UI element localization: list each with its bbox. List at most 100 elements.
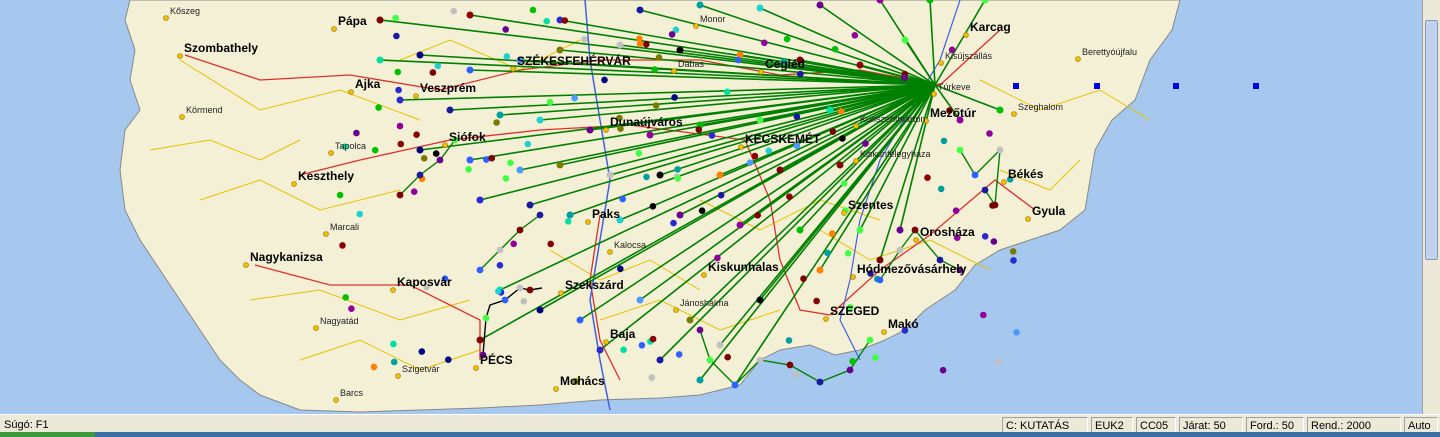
stop-marker[interactable] (353, 129, 360, 137)
stop-marker[interactable] (708, 132, 716, 139)
stop-marker[interactable] (556, 46, 564, 54)
stop-marker[interactable] (496, 262, 504, 269)
stop-marker[interactable] (416, 171, 424, 179)
stop-marker[interactable] (339, 242, 346, 249)
stop-marker[interactable] (371, 146, 379, 154)
stop-marker[interactable] (636, 296, 644, 304)
stop-marker[interactable] (616, 41, 624, 49)
stop-marker[interactable] (846, 366, 854, 374)
stop-marker[interactable] (839, 135, 846, 142)
stop-marker[interactable] (434, 62, 442, 70)
stop-marker[interactable] (436, 156, 444, 164)
stop-marker[interactable] (716, 341, 724, 349)
stop-marker[interactable] (571, 94, 578, 102)
stop-marker[interactable] (797, 70, 804, 78)
stop-marker[interactable] (418, 348, 426, 355)
stop-marker[interactable] (516, 226, 524, 234)
stop-marker[interactable] (676, 211, 684, 219)
stop-marker[interactable] (676, 46, 684, 54)
stop-marker[interactable] (800, 275, 807, 283)
stop-marker[interactable] (939, 366, 947, 374)
depot-marker[interactable] (1173, 83, 1179, 89)
stop-marker[interactable] (501, 296, 509, 304)
stop-marker[interactable] (510, 240, 517, 248)
stop-marker[interactable] (783, 35, 791, 43)
stop-marker[interactable] (990, 238, 998, 245)
stop-marker[interactable] (476, 266, 484, 274)
stop-marker[interactable] (986, 130, 993, 137)
stop-marker[interactable] (674, 175, 682, 182)
stop-marker[interactable] (996, 106, 1004, 114)
stop-marker[interactable] (561, 17, 569, 24)
stop-marker[interactable] (872, 354, 879, 361)
stop-marker[interactable] (356, 210, 364, 218)
stop-marker[interactable] (416, 51, 424, 59)
depot-marker[interactable] (1094, 83, 1100, 89)
stop-marker[interactable] (395, 86, 402, 94)
stop-marker[interactable] (756, 4, 764, 12)
stop-marker[interactable] (390, 358, 398, 366)
stop-marker[interactable] (754, 212, 761, 219)
stop-marker[interactable] (429, 69, 437, 76)
stop-marker[interactable] (971, 171, 979, 179)
stop-marker[interactable] (696, 376, 704, 384)
vertical-scrollbar[interactable] (1422, 0, 1440, 414)
stop-marker[interactable] (342, 294, 350, 301)
stop-marker[interactable] (896, 226, 904, 234)
stop-marker[interactable] (785, 337, 793, 344)
stop-marker[interactable] (516, 284, 524, 292)
stop-marker[interactable] (836, 161, 844, 169)
stop-marker[interactable] (446, 106, 454, 114)
stop-marker[interactable] (606, 171, 614, 179)
stop-marker[interactable] (751, 152, 759, 160)
stop-marker[interactable] (838, 108, 845, 115)
stop-marker[interactable] (816, 266, 824, 274)
stop-marker[interactable] (862, 140, 869, 147)
stop-marker[interactable] (396, 96, 404, 104)
stop-marker[interactable] (410, 188, 418, 195)
stop-marker[interactable] (831, 45, 839, 53)
stop-marker[interactable] (476, 196, 484, 204)
stop-marker[interactable] (851, 32, 859, 39)
stop-marker[interactable] (829, 230, 836, 237)
stop-marker[interactable] (396, 122, 404, 130)
stop-marker[interactable] (635, 150, 643, 157)
stop-marker[interactable] (876, 276, 884, 284)
stop-marker[interactable] (717, 191, 725, 199)
stop-marker[interactable] (716, 171, 724, 179)
stop-marker[interactable] (496, 246, 504, 254)
stop-marker[interactable] (496, 111, 504, 119)
stop-marker[interactable] (723, 88, 731, 96)
stop-marker[interactable] (792, 371, 800, 379)
stop-marker[interactable] (675, 351, 683, 358)
stop-marker[interactable] (924, 174, 931, 181)
stop-marker[interactable] (646, 131, 654, 139)
stop-marker[interactable] (756, 296, 764, 304)
stop-marker[interactable] (450, 7, 458, 15)
stop-marker[interactable] (488, 154, 496, 162)
stop-marker[interactable] (651, 66, 658, 73)
stop-marker[interactable] (526, 201, 534, 209)
scrollbar-thumb[interactable] (1425, 20, 1438, 260)
stop-marker[interactable] (796, 226, 804, 234)
stop-marker[interactable] (503, 53, 511, 60)
depot-marker[interactable] (1013, 83, 1019, 89)
stop-marker[interactable] (547, 240, 554, 248)
stop-marker[interactable] (996, 146, 1004, 154)
stop-marker[interactable] (841, 180, 848, 187)
stop-marker[interactable] (394, 68, 402, 76)
stop-marker[interactable] (956, 146, 964, 154)
stop-marker[interactable] (1013, 329, 1020, 336)
stop-marker[interactable] (546, 98, 554, 106)
stop-marker[interactable] (483, 156, 490, 163)
stop-marker[interactable] (482, 314, 490, 322)
stop-marker[interactable] (952, 207, 960, 214)
start-button[interactable] (0, 432, 95, 437)
stop-marker[interactable] (396, 191, 404, 199)
stop-marker[interactable] (786, 193, 793, 200)
stop-marker[interactable] (786, 361, 794, 369)
stop-marker[interactable] (652, 102, 660, 109)
stop-marker[interactable] (516, 166, 524, 174)
stop-marker[interactable] (393, 32, 400, 40)
stop-marker[interactable] (724, 353, 731, 361)
